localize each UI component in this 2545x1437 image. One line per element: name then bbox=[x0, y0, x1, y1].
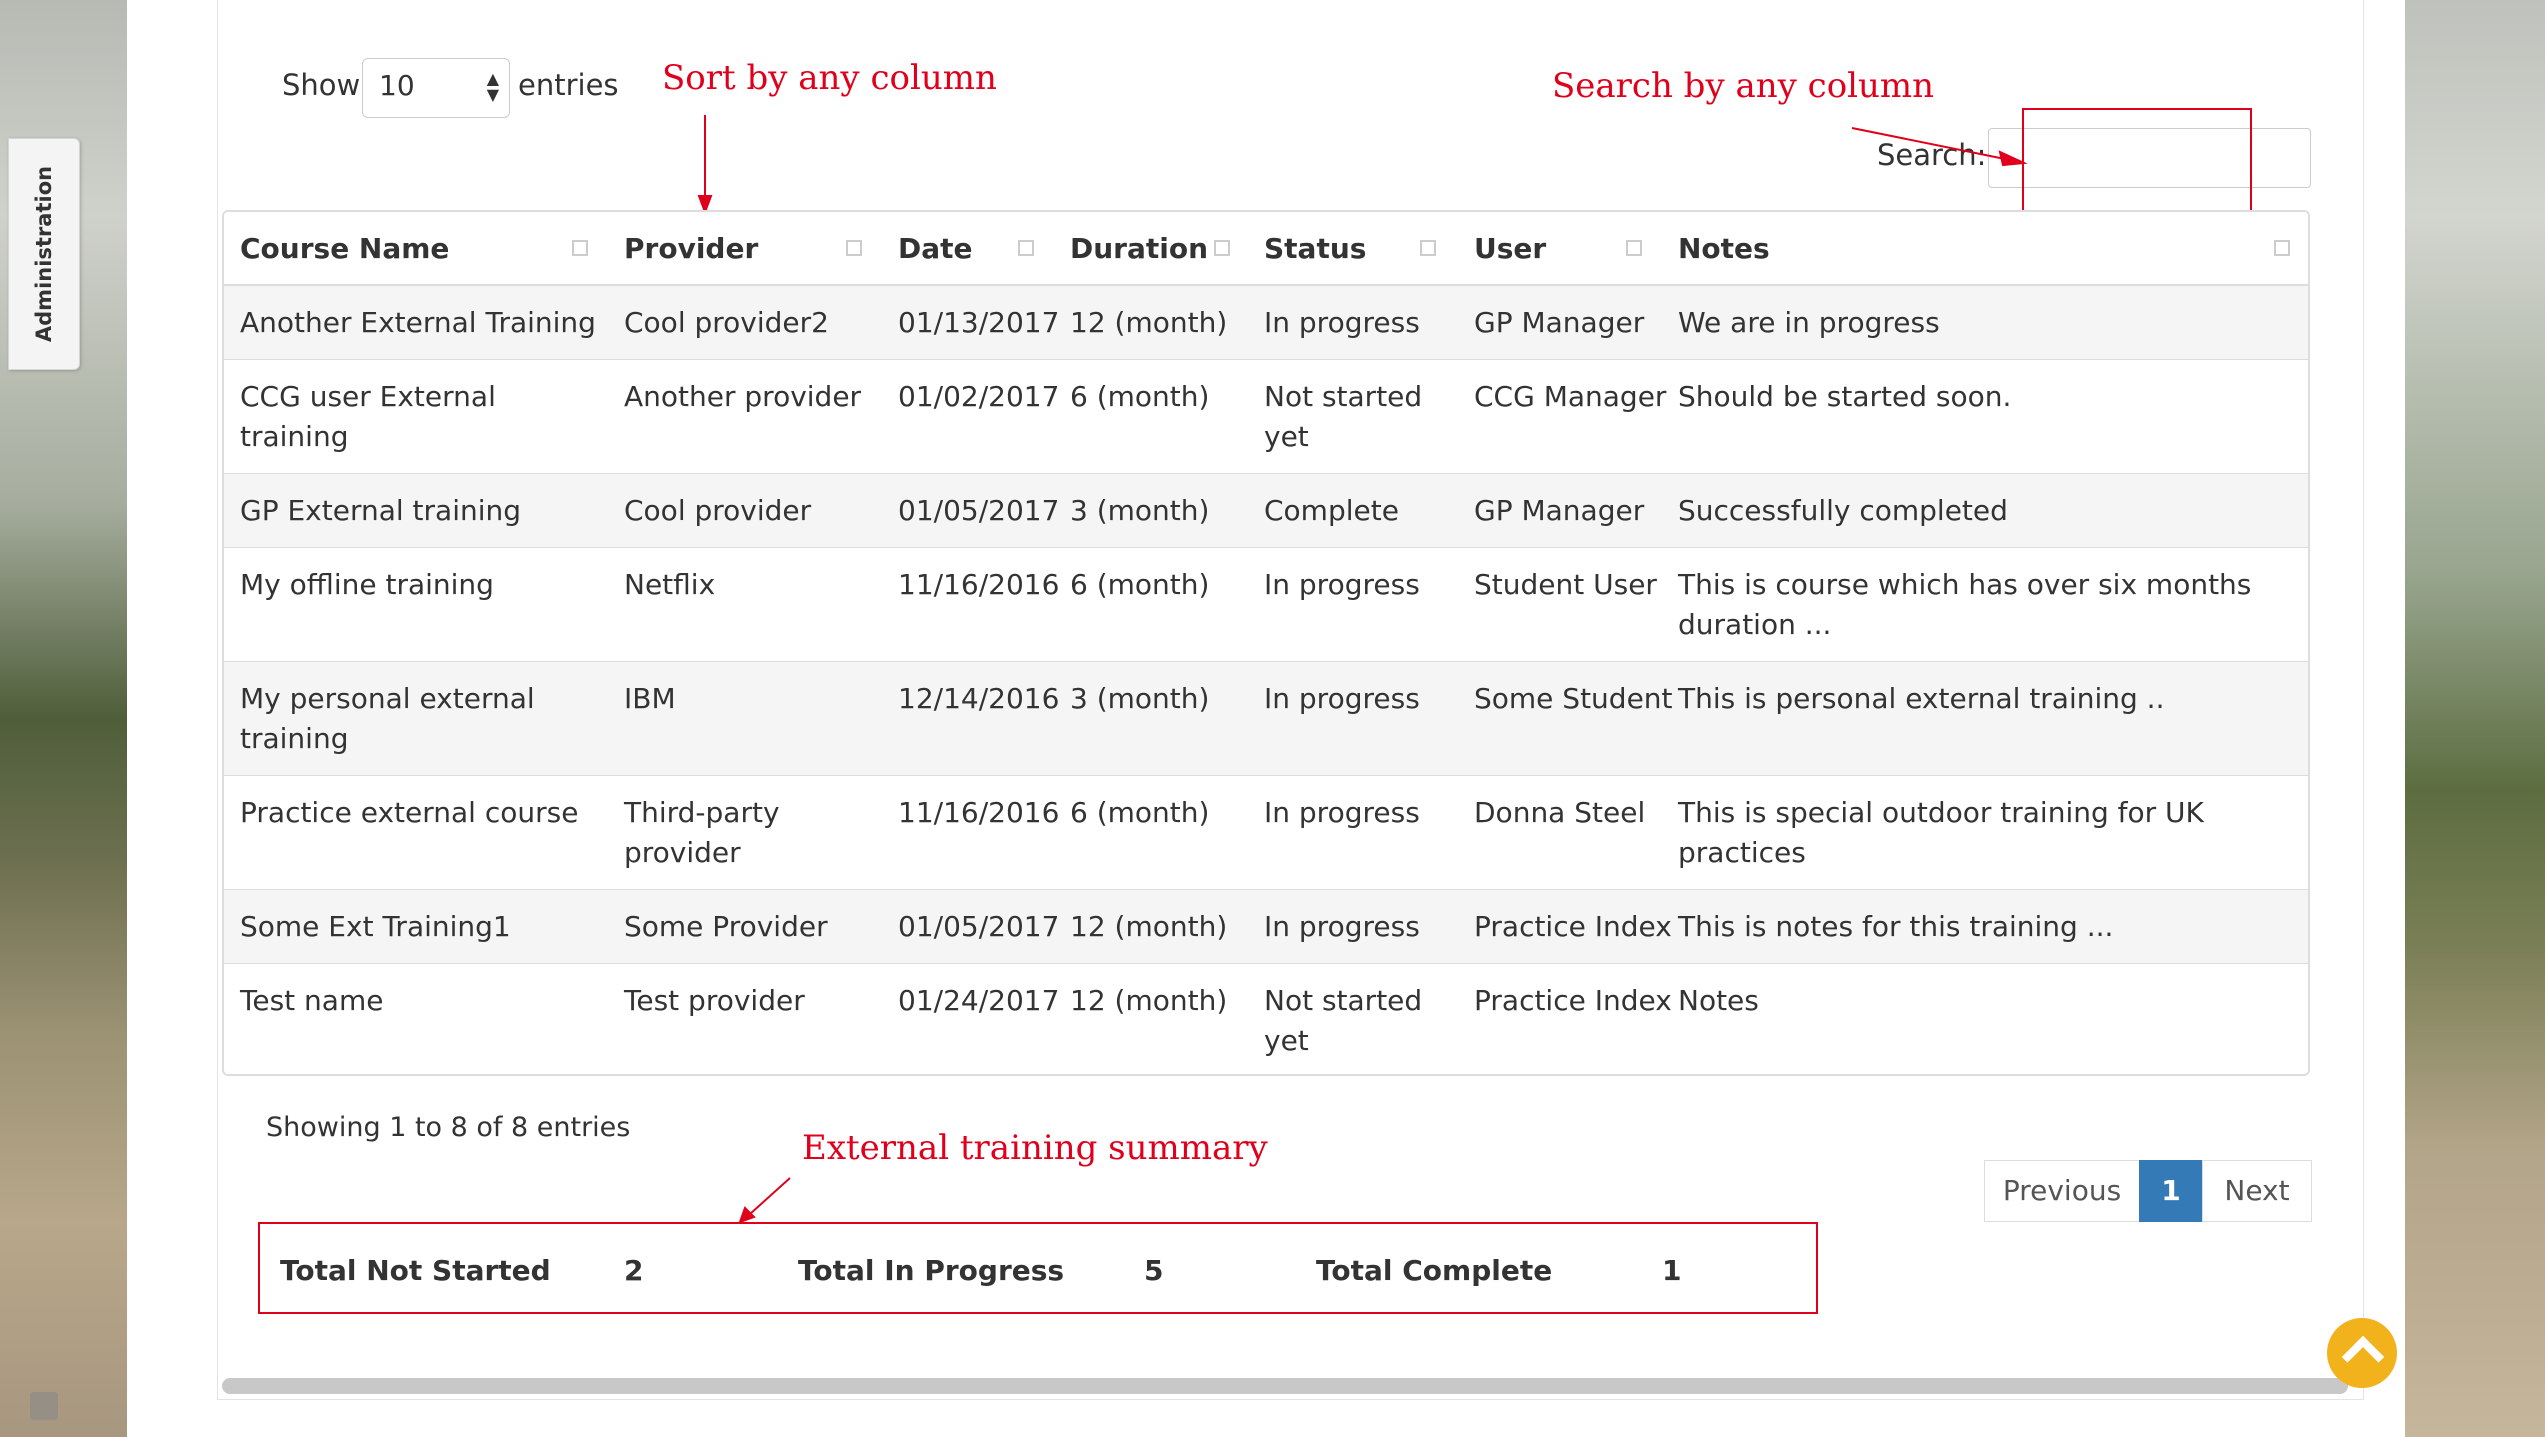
scroll-to-top-icon[interactable] bbox=[2327, 1318, 2397, 1388]
cell-date: 01/24/2017 bbox=[898, 984, 1060, 1017]
total-not-started-value: 2 bbox=[624, 1254, 644, 1287]
cell-date: 11/16/2016 bbox=[898, 568, 1060, 601]
page-1-button[interactable]: 1 bbox=[2139, 1160, 2203, 1222]
cell-notes: We are in progress bbox=[1678, 306, 1940, 339]
cell-duration: 6 (month) bbox=[1070, 380, 1210, 413]
cell-user: Practice Index bbox=[1474, 984, 1672, 1017]
cell-status: Not started yet bbox=[1264, 984, 1423, 1057]
horizontal-scrollbar[interactable] bbox=[222, 1378, 2348, 1394]
total-complete-value: 1 bbox=[1662, 1254, 1682, 1287]
cell-course-name: Practice external course bbox=[240, 796, 579, 829]
cell-status: In progress bbox=[1264, 568, 1420, 601]
cell-duration: 12 (month) bbox=[1070, 984, 1228, 1017]
cell-duration: 12 (month) bbox=[1070, 306, 1228, 339]
cell-notes: This is special outdoor training for UK … bbox=[1678, 796, 2204, 869]
cell-user: CCG Manager bbox=[1474, 380, 1667, 413]
cell-status: In progress bbox=[1264, 910, 1420, 943]
sort-icon[interactable] bbox=[1626, 240, 1642, 256]
summary-arrowhead bbox=[738, 1206, 756, 1224]
cell-notes: Should be started soon. bbox=[1678, 380, 2012, 413]
cell-date: 01/05/2017 bbox=[898, 494, 1060, 527]
expand-icon[interactable] bbox=[30, 1392, 58, 1420]
table-row: Practice external course Third-party prov… bbox=[224, 776, 2308, 890]
col-notes[interactable]: Notes bbox=[1678, 212, 1770, 286]
external-training-table: Course Name Provider Date Duration Statu… bbox=[222, 210, 2310, 1076]
previous-button[interactable]: Previous bbox=[1984, 1160, 2140, 1222]
col-duration[interactable]: Duration bbox=[1070, 212, 1208, 286]
col-date[interactable]: Date bbox=[898, 212, 973, 286]
search-arrow bbox=[1851, 127, 2011, 161]
search-arrowhead bbox=[1998, 150, 2028, 167]
sort-icon[interactable] bbox=[1018, 240, 1034, 256]
cell-date: 12/14/2016 bbox=[898, 682, 1060, 715]
cell-date: 01/05/2017 bbox=[898, 910, 1060, 943]
cell-course-name: CCG user External training bbox=[240, 380, 496, 453]
cell-status: In progress bbox=[1264, 306, 1420, 339]
total-complete-label: Total Complete bbox=[1316, 1254, 1553, 1287]
cell-user: GP Manager bbox=[1474, 306, 1645, 339]
cell-course-name: My offline training bbox=[240, 568, 494, 601]
cell-provider: Another provider bbox=[624, 380, 862, 413]
table-info: Showing 1 to 8 of 8 entries bbox=[266, 1112, 631, 1143]
total-in-progress-value: 5 bbox=[1144, 1254, 1164, 1287]
col-status[interactable]: Status bbox=[1264, 212, 1366, 286]
cell-user: Student User bbox=[1474, 568, 1657, 601]
cell-provider: Third-party provider bbox=[624, 796, 780, 869]
next-button[interactable]: Next bbox=[2202, 1160, 2312, 1222]
cell-provider: Cool provider bbox=[624, 494, 812, 527]
cell-provider: IBM bbox=[624, 682, 676, 715]
total-not-started-label: Total Not Started bbox=[280, 1254, 551, 1287]
cell-date: 11/16/2016 bbox=[898, 796, 1060, 829]
cell-notes: This is notes for this training ... bbox=[1678, 910, 2114, 943]
cell-duration: 12 (month) bbox=[1070, 910, 1228, 943]
cell-duration: 3 (month) bbox=[1070, 494, 1210, 527]
cell-duration: 6 (month) bbox=[1070, 568, 1210, 601]
table-row: Some Ext Training1 Some Provider 01/05/201… bbox=[224, 890, 2308, 964]
table-row: My personal external training IBM 12/14/20… bbox=[224, 662, 2308, 776]
summary-arrow bbox=[749, 1177, 791, 1215]
cell-status: In progress bbox=[1264, 796, 1420, 829]
cell-user: Practice Index bbox=[1474, 910, 1672, 943]
cell-user: Some Student bbox=[1474, 682, 1673, 715]
cell-date: 01/13/2017 bbox=[898, 306, 1060, 339]
sort-icon[interactable] bbox=[1214, 240, 1230, 256]
table-row: GP External training Cool provider 01/05/2… bbox=[224, 474, 2308, 548]
col-course-name[interactable]: Course Name bbox=[240, 212, 449, 286]
cell-course-name: Some Ext Training1 bbox=[240, 910, 511, 943]
cell-status: Complete bbox=[1264, 494, 1399, 527]
cell-notes: Notes bbox=[1678, 984, 1759, 1017]
cell-course-name: GP External training bbox=[240, 494, 522, 527]
cell-duration: 6 (month) bbox=[1070, 796, 1210, 829]
table-row: My offline training Netflix 11/16/2016 6 (m… bbox=[224, 548, 2308, 662]
cell-date: 01/02/2017 bbox=[898, 380, 1060, 413]
cell-provider: Cool provider2 bbox=[624, 306, 829, 339]
col-provider[interactable]: Provider bbox=[624, 212, 758, 286]
cell-status: In progress bbox=[1264, 682, 1420, 715]
cell-user: GP Manager bbox=[1474, 494, 1645, 527]
table-row: Another External Training Cool provider2 0… bbox=[224, 286, 2308, 360]
cell-user: Donna Steel bbox=[1474, 796, 1646, 829]
sort-icon[interactable] bbox=[846, 240, 862, 256]
cell-status: Not started yet bbox=[1264, 380, 1423, 453]
cell-provider: Some Provider bbox=[624, 910, 828, 943]
cell-notes: This is course which has over six months… bbox=[1678, 568, 2252, 641]
cell-duration: 3 (month) bbox=[1070, 682, 1210, 715]
cell-course-name: Another External Training bbox=[240, 306, 596, 339]
total-in-progress-label: Total In Progress bbox=[798, 1254, 1065, 1287]
sort-icon[interactable] bbox=[572, 240, 588, 256]
cell-notes: Successfully completed bbox=[1678, 494, 2008, 527]
cell-course-name: My personal external training bbox=[240, 682, 535, 755]
sort-icon[interactable] bbox=[1420, 240, 1436, 256]
cell-course-name: Test name bbox=[240, 984, 384, 1017]
table-row: CCG user External training Another provid… bbox=[224, 360, 2308, 474]
col-user[interactable]: User bbox=[1474, 212, 1546, 286]
cell-provider: Netflix bbox=[624, 568, 716, 601]
sort-icon[interactable] bbox=[2274, 240, 2290, 256]
table-row: Test name Test provider 01/24/2017 12 (mont… bbox=[224, 964, 2308, 1074]
cell-notes: This is personal external training .. bbox=[1678, 682, 2165, 715]
table-header: Course Name Provider Date Duration Statu… bbox=[224, 212, 2308, 286]
training-summary: Total Not Started 2 Total In Progress 5 … bbox=[258, 1222, 1818, 1314]
cell-provider: Test provider bbox=[624, 984, 805, 1017]
